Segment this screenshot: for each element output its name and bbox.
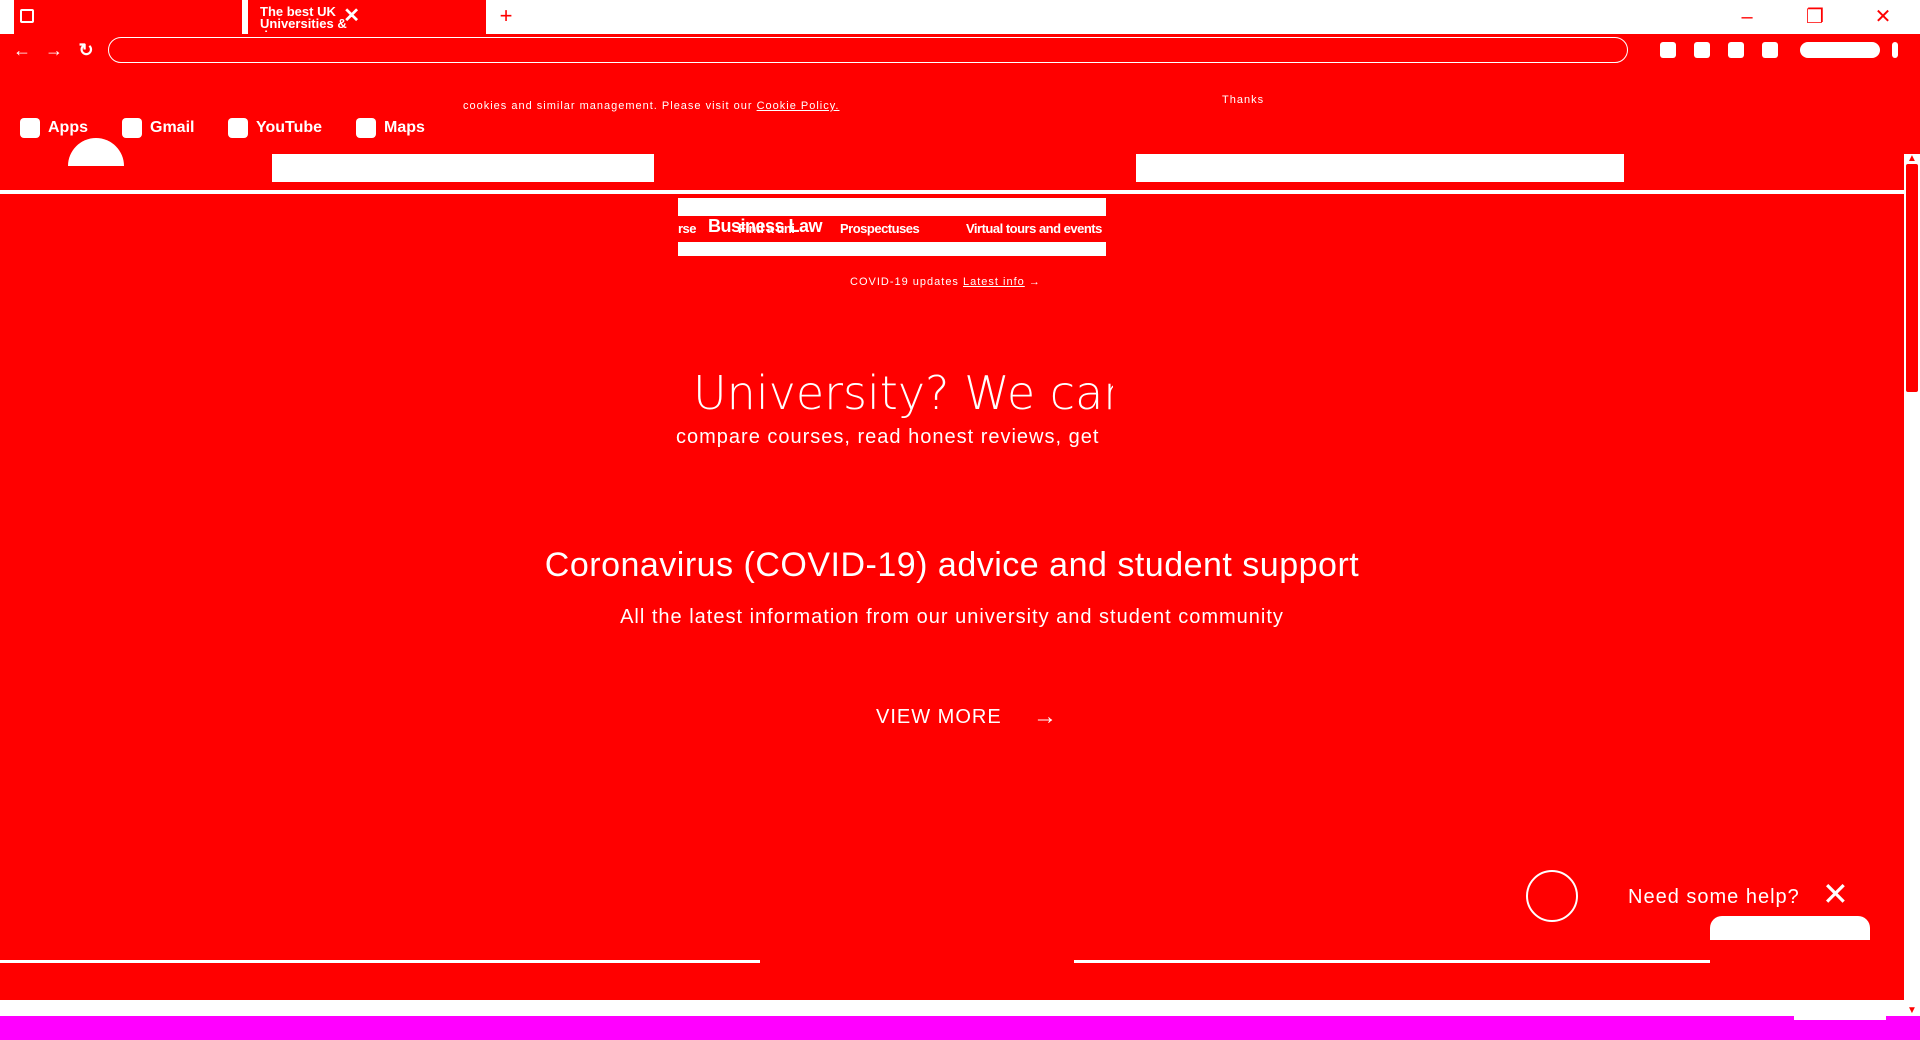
extension-icon[interactable] [1694,42,1710,58]
profile-button[interactable] [1800,42,1880,58]
cookie-policy-link[interactable]: Cookie Policy. [757,100,840,112]
bookmark-label: Apps [48,119,88,136]
scrollbar[interactable]: ▲ ▼ [1904,154,1920,1016]
footer-band [0,1000,1904,1016]
extension-icon[interactable] [1762,42,1778,58]
updates-text: COVID-19 updates [850,276,959,288]
divider [1074,960,1710,963]
browser-tab-bar: The best UK Universities & degree ✕ + – … [0,0,1920,34]
bookmark-label: Maps [384,119,425,136]
site-nav-strip: rse Find a uni Prospectuses Virtual tour… [678,216,1106,242]
page-content: rse Find a uni Prospectuses Virtual tour… [0,138,1904,1018]
browser-tab-active[interactable]: The best UK Universities & degree ✕ [248,0,370,34]
tab-title [26,6,121,32]
address-bar[interactable] [108,37,1628,63]
browser-tab[interactable] [14,0,242,34]
youtube-icon [228,118,248,138]
view-more-button[interactable]: VIEW MORE → [876,702,1058,732]
gmail-icon [122,118,142,138]
cookie-text: cookies and similar management. Please v… [463,100,753,112]
apps-grid-icon [20,118,40,138]
extension-icon[interactable] [1728,42,1744,58]
arrow-right-icon: → [1033,703,1058,730]
close-tab-icon[interactable]: ✕ [343,6,360,26]
maps-icon [356,118,376,138]
bookmark-gmail[interactable]: Gmail [122,116,194,140]
help-prompt[interactable]: Need some help? [1628,886,1800,909]
nav-feature-business-law[interactable]: Business Law [708,216,823,237]
tab-title: The best UK Universities & degree [260,6,347,32]
chat-avatar-icon[interactable] [1526,870,1578,922]
forward-button[interactable]: → [42,38,66,62]
nav-link-prospectuses[interactable]: Prospectuses [840,221,920,236]
nav-link-virtual-tours[interactable]: Virtual tours and events [966,221,1102,236]
covid-updates-strip: COVID-19 updates Latest info → [850,276,1041,288]
cookie-accept-text[interactable]: Thanks [1222,94,1264,106]
view-more-label: VIEW MORE [876,706,1002,728]
divider [0,960,760,963]
close-window-button[interactable]: ✕ [1868,6,1898,30]
minimize-button[interactable]: – [1732,6,1762,30]
scroll-up-icon[interactable]: ▲ [1904,154,1920,164]
latest-info-link[interactable]: Latest info [963,276,1025,288]
bookmarks-bar: cookies and similar management. Please v… [0,66,1920,194]
taskbar [0,1016,1920,1040]
cookie-banner-text: cookies and similar management. Please v… [463,100,839,112]
scroll-down-icon[interactable]: ▼ [1904,1006,1920,1016]
arrow-right-icon: → [1028,276,1041,288]
hero-subtitle: compare courses, read honest reviews, ge… [676,426,1100,448]
bookmark-label: YouTube [256,119,323,136]
new-tab-button[interactable]: + [492,3,520,31]
site-nav: rse Find a uni Prospectuses Virtual tour… [678,198,1106,256]
taskbar-button[interactable] [1794,1016,1886,1020]
covid-title: Coronavirus (COVID-19) advice and studen… [544,546,1360,584]
bookmark-youtube[interactable]: YouTube [228,116,322,140]
bookmark-maps[interactable]: Maps [356,116,425,140]
tab-title [382,6,477,32]
browser-toolbar: ← → ↻ [0,34,1920,66]
scroll-thumb[interactable] [1906,164,1918,392]
back-button[interactable]: ← [10,38,34,62]
extension-icon[interactable] [1660,42,1676,58]
reload-button[interactable]: ↻ [74,38,98,62]
header-bar-right [1136,154,1624,182]
bookmark-apps[interactable]: Apps [20,116,88,140]
close-help-icon[interactable]: ✕ [1822,878,1849,910]
hero-title: University? We can [693,366,1113,420]
nav-link-course[interactable]: rse [678,221,697,236]
restore-button[interactable]: ❐ [1800,6,1830,30]
header-bar-left [272,154,654,182]
covid-subtitle: All the latest information from our univ… [620,606,1284,628]
help-widget-tab[interactable] [1710,916,1870,940]
browser-tab[interactable] [370,0,486,34]
menu-icon[interactable] [1892,42,1898,58]
bookmark-label: Gmail [150,119,195,136]
